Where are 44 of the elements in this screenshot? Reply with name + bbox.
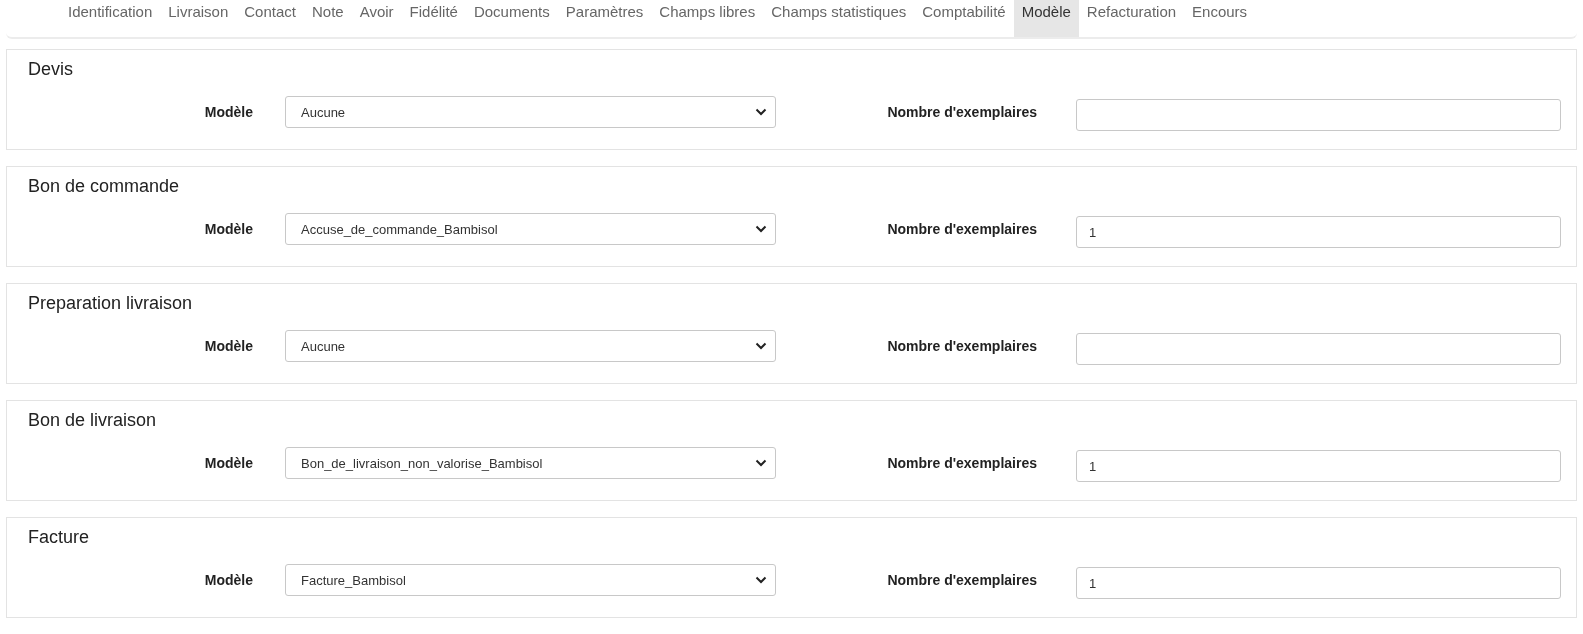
tab[interactable]: Champs statistiques: [763, 0, 915, 37]
tab[interactable]: Fidélité: [401, 0, 466, 37]
section-title: Facture: [27, 527, 91, 549]
tab[interactable]: Refacturation: [1078, 0, 1185, 37]
section-title: Preparation livraison: [27, 293, 194, 315]
chevron-down-icon: [755, 342, 767, 350]
field-label: Nombre d'exemplaires: [886, 572, 1037, 588]
field-label: Modèle: [203, 455, 253, 471]
tab[interactable]: Comptabilité: [914, 0, 1014, 37]
field-label: Nombre d'exemplaires: [886, 338, 1037, 354]
field-label: Nombre d'exemplaires: [886, 455, 1037, 471]
model-dropdown[interactable]: Accuse_de_commande_Bambisol: [285, 213, 776, 245]
field-label: Nombre d'exemplaires: [886, 104, 1037, 120]
model-dropdown[interactable]: Bon_de_livraison_non_valorise_Bambisol: [285, 447, 776, 479]
tab[interactable]: Encours: [1184, 0, 1256, 37]
input-field[interactable]: [1076, 333, 1561, 365]
field-label: Modèle: [203, 221, 253, 237]
tab[interactable]: Paramètres: [557, 0, 652, 37]
input-field[interactable]: 1: [1076, 450, 1561, 482]
field-label: Modèle: [203, 572, 253, 588]
tab[interactable]: Modèle: [1013, 0, 1079, 37]
tab[interactable]: Identification: [60, 0, 161, 37]
input-field[interactable]: 1: [1076, 567, 1561, 599]
field-label: Nombre d'exemplaires: [886, 221, 1037, 237]
chevron-down-icon: [755, 576, 767, 584]
chevron-down-icon: [755, 225, 767, 233]
section-title: Bon de livraison: [27, 410, 158, 432]
tab[interactable]: Note: [303, 0, 352, 37]
tab[interactable]: Documents: [465, 0, 558, 37]
tab[interactable]: Avoir: [351, 0, 402, 37]
model-dropdown[interactable]: Facture_Bambisol: [285, 564, 776, 596]
section-title: Devis: [27, 59, 74, 81]
section-title: Bon de commande: [27, 176, 181, 198]
tab[interactable]: Livraison: [160, 0, 237, 37]
field-label: Modèle: [203, 104, 253, 120]
input-field[interactable]: [1076, 99, 1561, 131]
field-label: Modèle: [203, 338, 253, 354]
tab[interactable]: Champs libres: [651, 0, 764, 37]
model-dropdown[interactable]: Aucune: [285, 330, 776, 362]
chevron-down-icon: [755, 459, 767, 467]
model-dropdown[interactable]: Aucune: [285, 96, 776, 128]
input-field[interactable]: 1: [1076, 216, 1561, 248]
chevron-down-icon: [755, 108, 767, 116]
tab[interactable]: Contact: [236, 0, 304, 37]
